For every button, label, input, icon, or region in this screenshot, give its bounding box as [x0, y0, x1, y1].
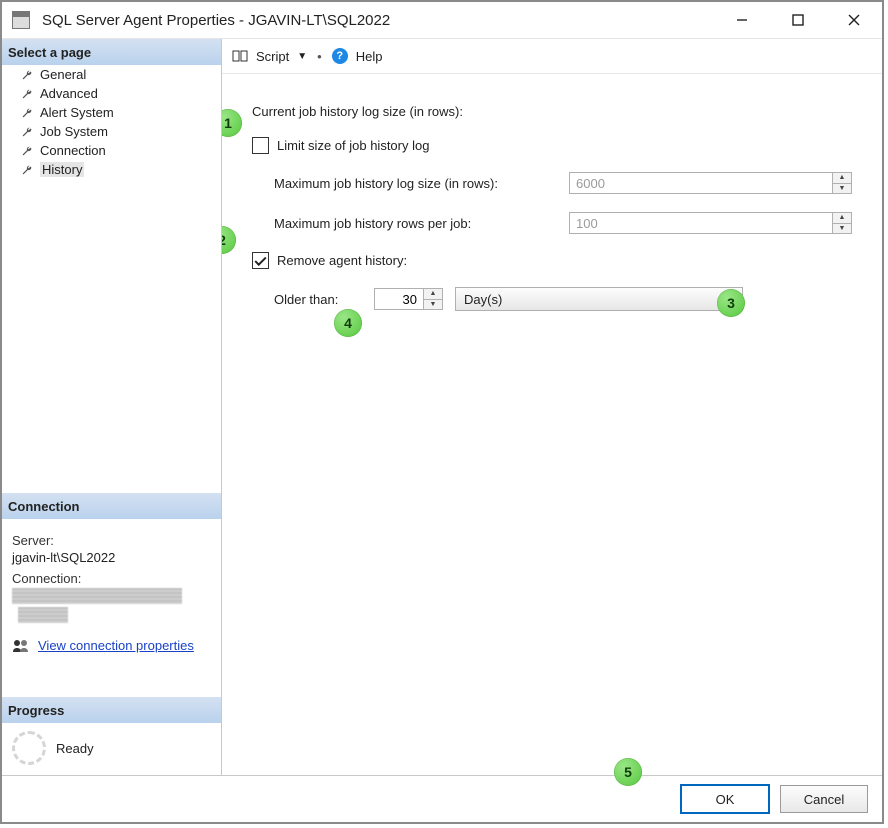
limit-size-row: Limit size of job history log [252, 137, 852, 154]
annotation-badge-3: 3 [717, 289, 745, 317]
spinner-icon[interactable]: ▲▼ [423, 288, 443, 310]
page-item-general[interactable]: General [2, 65, 221, 84]
page-item-connection[interactable]: Connection [2, 141, 221, 160]
limit-size-label: Limit size of job history log [277, 138, 429, 153]
max-per-job-row: Maximum job history rows per job: ▲▼ [252, 212, 852, 234]
older-than-input[interactable]: ▲▼ [374, 288, 443, 310]
people-icon [12, 639, 30, 653]
script-button[interactable]: Script [256, 49, 289, 64]
max-log-field[interactable] [569, 172, 832, 194]
max-log-row: Maximum job history log size (in rows): … [252, 172, 852, 194]
title-bar: SQL Server Agent Properties - JGAVIN-LT\… [2, 2, 882, 39]
wrench-icon [20, 87, 34, 101]
select-a-page-header: Select a page [2, 39, 221, 65]
connection-header: Connection [2, 493, 221, 519]
side-panel: Select a page General Advanced Alert Sys… [2, 39, 222, 775]
page-item-label: Alert System [40, 105, 114, 120]
older-than-field[interactable] [374, 288, 423, 310]
annotation-badge-1: 1 [222, 109, 242, 137]
max-per-job-field[interactable] [569, 212, 832, 234]
connection-info: Server: jgavin-lt\SQL2022 Connection: Vi… [2, 519, 221, 657]
wrench-icon [20, 106, 34, 120]
close-button[interactable] [826, 2, 882, 38]
connection-value [12, 588, 211, 626]
progress-block: Ready [2, 723, 221, 775]
remove-history-row: Remove agent history: [252, 252, 852, 269]
view-connection-properties-link[interactable]: View connection properties [38, 638, 194, 653]
older-than-label: Older than: [274, 292, 362, 307]
server-label: Server: [12, 533, 211, 548]
server-value: jgavin-lt\SQL2022 [12, 550, 211, 565]
max-log-input[interactable]: ▲▼ [569, 172, 852, 194]
page-item-label: History [40, 162, 84, 177]
help-button[interactable]: Help [356, 49, 383, 64]
wrench-icon [20, 144, 34, 158]
connection-label: Connection: [12, 571, 211, 586]
page-item-job-system[interactable]: Job System [2, 122, 221, 141]
app-icon [12, 11, 30, 29]
cancel-button[interactable]: Cancel [780, 785, 868, 813]
older-than-unit-select[interactable]: Day(s) ▾ [455, 287, 743, 311]
wrench-icon [20, 68, 34, 82]
maximize-button[interactable] [770, 2, 826, 38]
page-list: General Advanced Alert System Job System… [2, 65, 221, 493]
page-item-label: Advanced [40, 86, 98, 101]
older-than-row: Older than: ▲▼ Day(s) ▾ [252, 287, 852, 311]
page-item-label: General [40, 67, 86, 82]
dialog-window: SQL Server Agent Properties - JGAVIN-LT\… [0, 0, 884, 824]
ok-button[interactable]: OK [680, 784, 770, 814]
script-dropdown-arrow[interactable]: ▼ [297, 51, 307, 62]
max-log-label: Maximum job history log size (in rows): [274, 176, 569, 191]
wrench-icon [20, 125, 34, 139]
progress-spinner-icon [12, 731, 46, 765]
remove-history-checkbox[interactable] [252, 252, 269, 269]
minimize-button[interactable] [714, 2, 770, 38]
toolbar: Script ▼ • ? Help [222, 39, 882, 74]
client-area: Select a page General Advanced Alert Sys… [2, 39, 882, 775]
window-title: SQL Server Agent Properties - JGAVIN-LT\… [42, 12, 714, 29]
page-item-label: Connection [40, 143, 106, 158]
annotation-badge-4: 4 [334, 309, 362, 337]
history-page: 1 2 3 4 Current job history log size (in… [222, 74, 882, 775]
page-item-advanced[interactable]: Advanced [2, 84, 221, 103]
main-panel: Script ▼ • ? Help 1 2 3 4 Current job hi… [222, 39, 882, 775]
page-item-history[interactable]: History [2, 160, 221, 179]
annotation-badge-5: 5 [614, 758, 642, 786]
spinner-icon[interactable]: ▲▼ [832, 212, 852, 234]
max-per-job-label: Maximum job history rows per job: [274, 216, 569, 231]
progress-header: Progress [2, 697, 221, 723]
limit-size-checkbox[interactable] [252, 137, 269, 154]
script-icon [232, 48, 248, 64]
section-current-size: Current job history log size (in rows): [252, 104, 852, 119]
page-item-label: Job System [40, 124, 108, 139]
older-than-unit-value: Day(s) [464, 292, 502, 307]
annotation-badge-2: 2 [222, 226, 236, 254]
page-item-alert-system[interactable]: Alert System [2, 103, 221, 122]
spinner-icon[interactable]: ▲▼ [832, 172, 852, 194]
window-controls [714, 2, 882, 38]
wrench-icon [20, 163, 34, 177]
max-per-job-input[interactable]: ▲▼ [569, 212, 852, 234]
progress-status: Ready [56, 741, 94, 756]
remove-history-label: Remove agent history: [277, 253, 407, 268]
dialog-footer: 5 OK Cancel [2, 775, 882, 822]
help-icon: ? [332, 48, 348, 64]
